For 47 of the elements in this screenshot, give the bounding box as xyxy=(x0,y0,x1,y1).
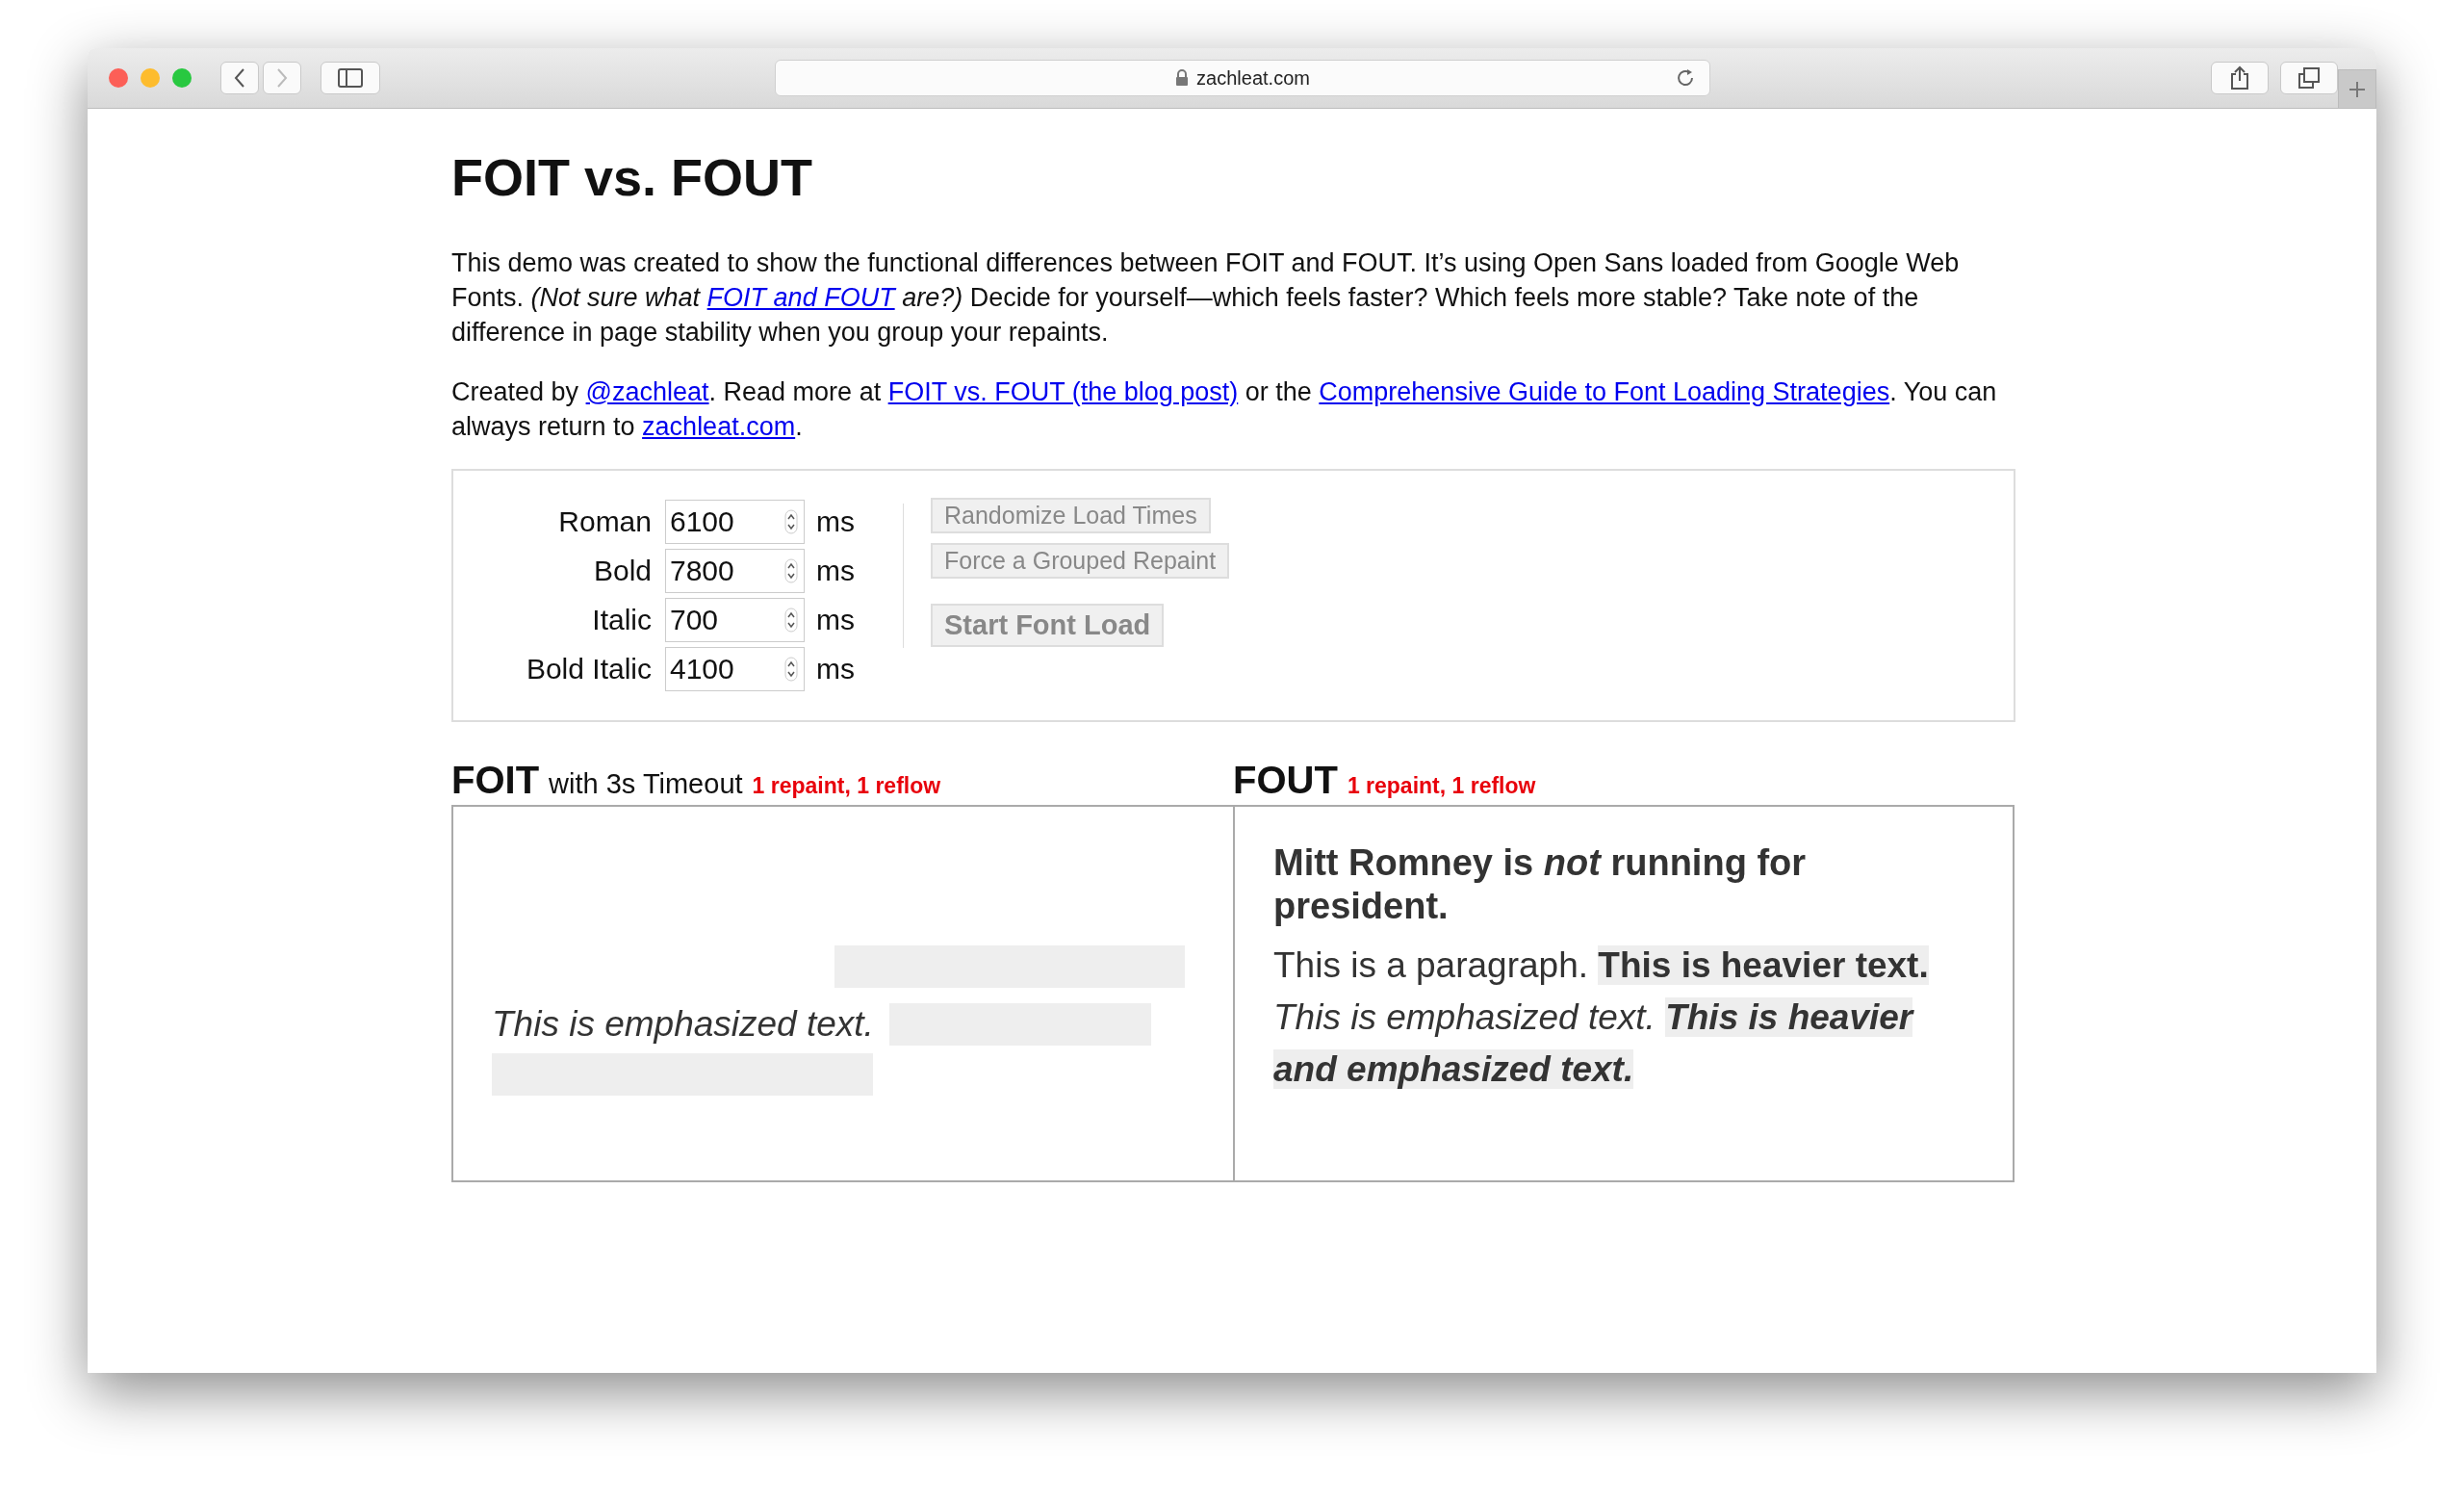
number-field[interactable]: 4100 xyxy=(665,647,805,691)
panel-subtitle: with 3s Timeout xyxy=(549,768,743,800)
emphasized-text: This is emphasized text. xyxy=(492,1004,874,1045)
intro-paragraph: This demo was created to show the functional differences between FOIT and FOUT. It’s using Open Sans loaded from Google Web Fonts. (Not sure what FOIT and FOUT are?) Decide for yourself—which feels faster? Which feels more stable? Take note of the difference in page stability when you group your repaints. xyxy=(451,247,1961,349)
reload-icon[interactable] xyxy=(1675,67,1696,89)
sample-paragraph: This is a paragraph. This is heavier text. This is emphasized text. This is heavier and emphasized text. xyxy=(1273,944,1930,1091)
sample-heading: Mitt Romney is not running for president. xyxy=(1273,841,1808,928)
unit-label: ms xyxy=(816,653,855,685)
share-icon xyxy=(2230,65,2249,91)
tabs-button[interactable] xyxy=(2280,62,2338,94)
stepper-icon[interactable] xyxy=(784,657,798,682)
chevron-left-icon xyxy=(233,67,246,89)
sidebar-button[interactable] xyxy=(321,62,380,94)
stepper-icon[interactable] xyxy=(784,608,798,633)
link[interactable]: @zachleat xyxy=(585,377,709,406)
unit-label: ms xyxy=(816,555,855,587)
link[interactable]: zachleat.com xyxy=(642,412,796,441)
status-text: 1 repaint, 1 reflow xyxy=(1347,773,1536,799)
intro-paragraph: Created by @zachleat. Read more at FOIT vs. FOUT (the blog post) or the Comprehensive Guide to Font Loading Strategies. You can always return to zachleat.com. xyxy=(451,376,1998,443)
unit-label: ms xyxy=(816,505,855,538)
stepper-icon[interactable] xyxy=(784,509,798,534)
link[interactable]: Comprehensive Guide to Font Loading Strategies xyxy=(1319,377,1890,406)
field-label: Italic xyxy=(591,604,652,636)
stepper-icon[interactable] xyxy=(784,558,798,583)
panel-title: FOIT xyxy=(451,759,540,802)
sidebar-icon xyxy=(338,68,363,88)
lock-icon xyxy=(1175,69,1190,87)
plus-icon xyxy=(2348,79,2367,99)
address-bar[interactable]: zachleat.com xyxy=(775,60,1710,96)
field-label: Roman xyxy=(557,505,652,538)
panel-title: FOUT xyxy=(1233,759,1338,802)
share-button[interactable] xyxy=(2211,62,2269,94)
link[interactable]: FOIT and FOUT xyxy=(706,283,895,312)
link[interactable]: FOIT vs. FOUT (the blog post) xyxy=(887,377,1239,406)
field-label: Bold xyxy=(592,555,652,587)
chevron-right-icon xyxy=(275,67,289,89)
tabs-icon xyxy=(2297,67,2321,89)
url-text: zachleat.com xyxy=(1196,66,1310,90)
page-title: FOIT vs. FOUT xyxy=(451,147,814,207)
field-label: Bold Italic xyxy=(525,653,652,685)
number-field[interactable]: 700 xyxy=(665,598,805,642)
back-button[interactable] xyxy=(220,62,259,94)
number-field[interactable]: 7800 xyxy=(665,549,805,593)
unit-label: ms xyxy=(816,604,855,636)
new-tab-button[interactable] xyxy=(2338,69,2376,108)
number-field[interactable]: 6100 xyxy=(665,500,805,544)
status-text: 1 repaint, 1 reflow xyxy=(752,773,941,799)
